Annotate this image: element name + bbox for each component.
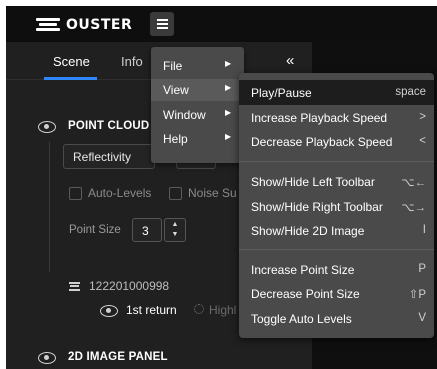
- tree-line: [49, 142, 50, 272]
- eye-icon[interactable]: [38, 121, 56, 133]
- menu-item-decrease-playback-speed[interactable]: Decrease Playback Speed <: [239, 131, 434, 153]
- section-title-2d-image-panel: 2D IMAGE PANEL: [68, 351, 168, 363]
- menu-item-decrease-point-size[interactable]: Decrease Point Size ⇧P: [239, 283, 434, 305]
- chevron-right-icon: ▶: [225, 59, 232, 68]
- menu-item-increase-playback-speed[interactable]: Increase Playback Speed >: [239, 107, 434, 129]
- menu-item-play-pause[interactable]: Play/Pause space: [239, 80, 434, 105]
- auto-levels-checkbox[interactable]: [69, 186, 82, 200]
- hamburger-menu-button[interactable]: [150, 12, 174, 36]
- shortcut-key: I: [422, 224, 426, 236]
- main-menu: File ▶ View ▶ Window ▶ Help ▶: [151, 47, 244, 163]
- sensor-icon: [69, 282, 80, 291]
- menu-item-label: File: [163, 59, 183, 73]
- app-window: OUSTER Scene Info « POINT CLOUD Reflecti…: [6, 6, 437, 369]
- menu-item-view[interactable]: View ▶: [151, 79, 244, 101]
- view-submenu: Play/Pause space Increase Playback Speed…: [239, 73, 434, 338]
- shortcut-key: P: [418, 263, 426, 275]
- point-size-label: Point Size: [69, 224, 121, 236]
- menu-item-label: Decrease Point Size: [251, 287, 360, 301]
- menu-item-toggle-auto-levels[interactable]: Toggle Auto Levels V: [239, 308, 434, 330]
- shortcut-key: ⌥←: [401, 177, 426, 189]
- stepper-down-icon[interactable]: ▼: [165, 230, 185, 240]
- shortcut-key: <: [419, 135, 426, 147]
- menu-item-file[interactable]: File ▶: [151, 55, 244, 77]
- shortcut-key: space: [395, 86, 426, 98]
- menu-item-toggle-right-toolbar[interactable]: Show/Hide Right Toolbar ⌥→: [239, 196, 434, 218]
- tab-scene[interactable]: Scene: [53, 54, 90, 69]
- chevron-right-icon: ▶: [225, 83, 232, 92]
- point-size-input[interactable]: 3: [132, 218, 162, 242]
- eye-icon[interactable]: [100, 305, 118, 317]
- section-title-point-cloud: POINT CLOUD: [68, 120, 150, 132]
- return-label: 1st return: [126, 303, 177, 317]
- point-size-value: 3: [142, 224, 149, 238]
- shortcut-key: V: [418, 312, 426, 324]
- menu-item-label: Increase Point Size: [251, 263, 355, 277]
- shortcut-key: ⇧P: [408, 289, 426, 301]
- menu-item-window[interactable]: Window ▶: [151, 104, 244, 126]
- highlight-icon[interactable]: [194, 304, 204, 314]
- ouster-logo-icon: [36, 18, 60, 32]
- menu-item-label: Window: [163, 108, 206, 122]
- menu-item-label: Decrease Playback Speed: [251, 135, 393, 149]
- menu-item-help[interactable]: Help ▶: [151, 128, 244, 150]
- menu-separator: [239, 161, 434, 162]
- sensor-serial: 122201000998: [89, 279, 170, 293]
- top-bar: OUSTER: [6, 6, 437, 42]
- menu-separator: [239, 249, 434, 250]
- brand-logo: OUSTER: [36, 17, 132, 33]
- tab-info[interactable]: Info: [121, 54, 143, 69]
- shortcut-key: >: [419, 111, 426, 123]
- collapse-panel-button[interactable]: «: [286, 52, 294, 69]
- menu-item-label: Play/Pause: [251, 86, 312, 100]
- menu-item-label: Show/Hide Left Toolbar: [251, 175, 375, 189]
- menu-item-toggle-left-toolbar[interactable]: Show/Hide Left Toolbar ⌥←: [239, 171, 434, 193]
- menu-item-label: View: [163, 83, 189, 97]
- menu-item-increase-point-size[interactable]: Increase Point Size P: [239, 259, 434, 281]
- chevron-right-icon: ▶: [225, 108, 232, 117]
- menu-item-label: Toggle Auto Levels: [251, 312, 352, 326]
- auto-levels-checkbox-row[interactable]: Auto-Levels: [69, 186, 151, 200]
- noise-checkbox-row[interactable]: Noise Su: [169, 186, 237, 200]
- color-mode-select[interactable]: Reflectivity: [63, 144, 155, 169]
- noise-label: Noise Su: [188, 186, 237, 200]
- point-size-stepper[interactable]: ▲ ▼: [164, 218, 186, 242]
- stepper-up-icon[interactable]: ▲: [165, 220, 185, 230]
- menu-item-label: Show/Hide Right Toolbar: [251, 200, 383, 214]
- eye-icon[interactable]: [38, 352, 56, 364]
- menu-item-toggle-2d-image[interactable]: Show/Hide 2D Image I: [239, 220, 434, 242]
- menu-item-label: Increase Playback Speed: [251, 111, 388, 125]
- color-mode-value: Reflectivity: [73, 150, 132, 164]
- shortcut-key: ⌥→: [401, 202, 426, 214]
- auto-levels-label: Auto-Levels: [88, 186, 152, 200]
- chevron-right-icon: ▶: [225, 132, 232, 141]
- menu-item-label: Help: [163, 132, 188, 146]
- logo-text: OUSTER: [66, 17, 133, 33]
- active-tab-indicator: [44, 77, 97, 80]
- menu-item-label: Show/Hide 2D Image: [251, 224, 365, 238]
- highlight-label: Highl: [209, 303, 237, 317]
- noise-checkbox[interactable]: [169, 186, 182, 200]
